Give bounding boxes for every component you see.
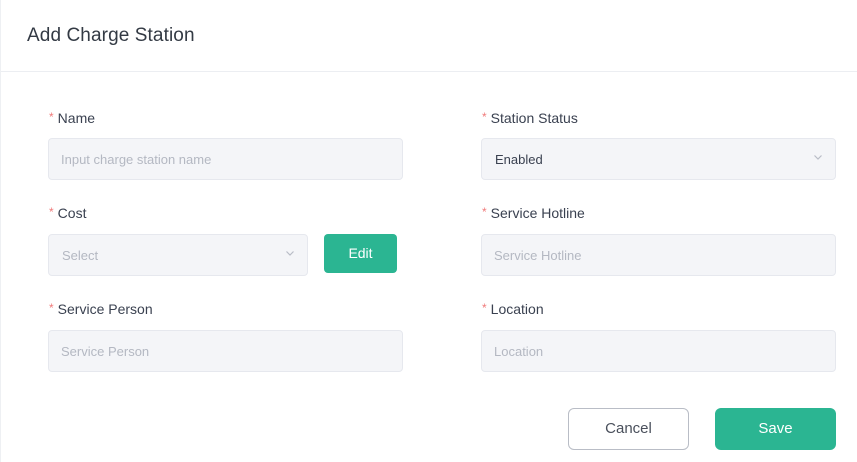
- cost-placeholder: Select: [62, 248, 99, 263]
- location-label: * Location: [482, 301, 544, 317]
- station-status-value: Enabled: [495, 152, 543, 167]
- location-input[interactable]: [481, 330, 836, 372]
- service-hotline-label: * Service Hotline: [482, 205, 585, 221]
- service-person-label-text: Service Person: [57, 301, 153, 317]
- chevron-down-icon: [286, 251, 294, 256]
- service-hotline-input[interactable]: [481, 234, 836, 276]
- cost-label: * Cost: [49, 205, 86, 221]
- name-label-text: Name: [57, 110, 96, 126]
- station-status-select[interactable]: Enabled: [481, 138, 836, 180]
- required-mark: *: [482, 110, 487, 124]
- dialog-header: Add Charge Station: [1, 0, 857, 72]
- service-hotline-label-text: Service Hotline: [490, 205, 585, 221]
- required-mark: *: [49, 205, 54, 219]
- service-person-label: * Service Person: [49, 301, 153, 317]
- service-person-input[interactable]: [48, 330, 403, 372]
- edit-cost-button[interactable]: Edit: [324, 234, 397, 273]
- name-label: * Name: [49, 110, 95, 126]
- save-button[interactable]: Save: [715, 408, 836, 450]
- required-mark: *: [482, 301, 487, 315]
- cancel-button[interactable]: Cancel: [568, 408, 689, 450]
- required-mark: *: [482, 205, 487, 219]
- chevron-down-icon: [814, 155, 822, 160]
- dialog-title: Add Charge Station: [27, 25, 195, 46]
- required-mark: *: [49, 110, 54, 124]
- location-label-text: Location: [490, 301, 544, 317]
- required-mark: *: [49, 301, 54, 315]
- station-status-label-text: Station Status: [490, 110, 578, 126]
- name-input[interactable]: [48, 138, 403, 180]
- cost-label-text: Cost: [57, 205, 87, 221]
- station-status-label: * Station Status: [482, 110, 578, 126]
- add-charge-station-dialog: Add Charge Station *Name *Station Status…: [0, 0, 857, 462]
- cost-select[interactable]: Select: [48, 234, 308, 276]
